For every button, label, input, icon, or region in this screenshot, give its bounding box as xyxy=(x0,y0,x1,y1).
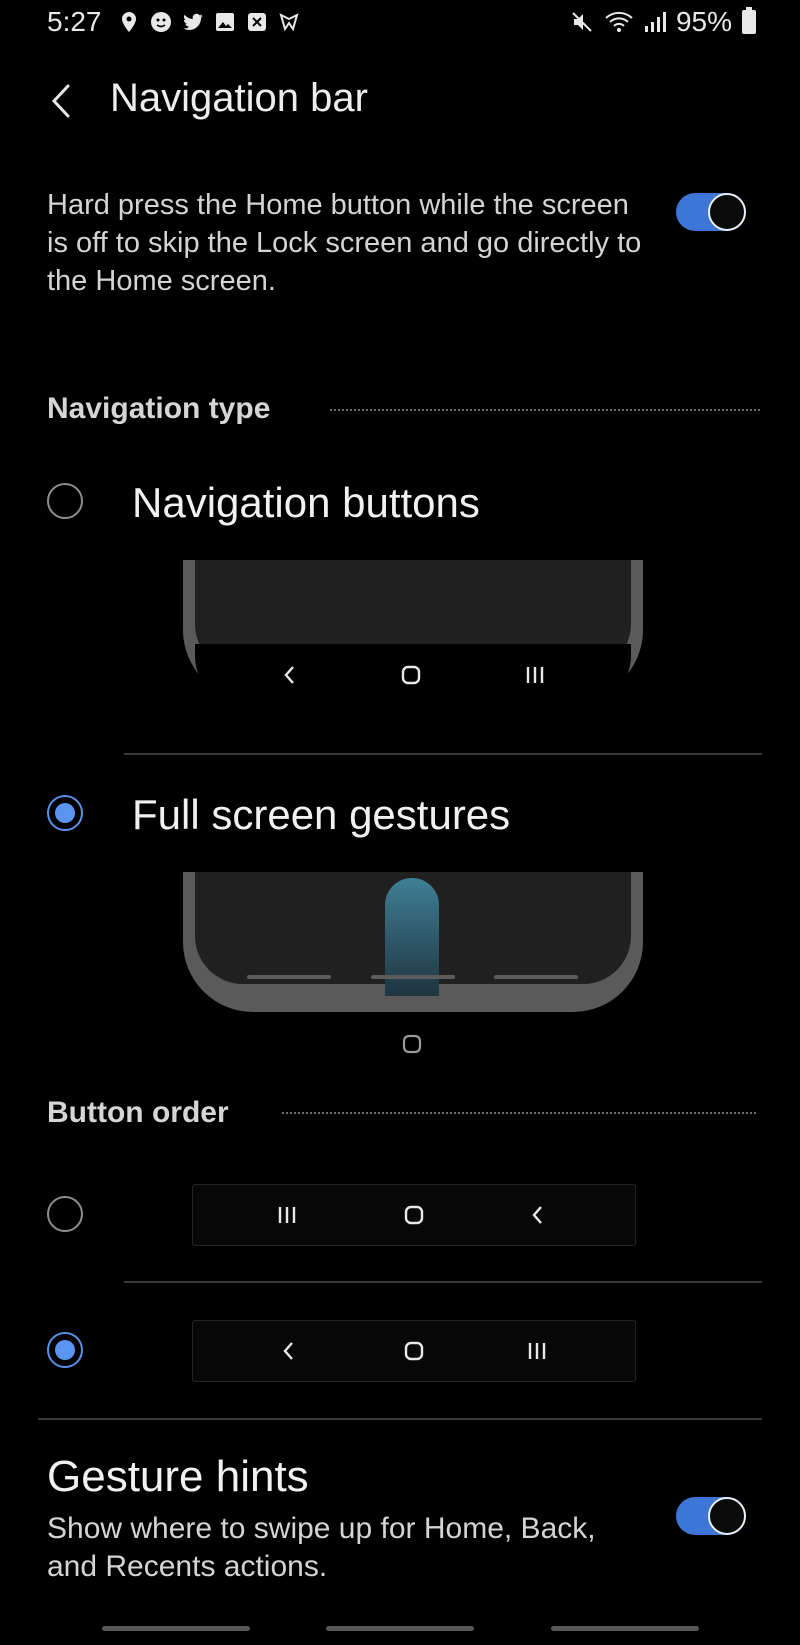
button-order-option-1[interactable] xyxy=(192,1184,636,1246)
mute-icon xyxy=(572,12,592,32)
back-icon xyxy=(283,1342,293,1360)
gesture-hint-left xyxy=(247,975,331,979)
home-button-toggle[interactable] xyxy=(676,193,746,231)
twitter-icon xyxy=(183,13,203,31)
close-box-icon xyxy=(248,13,266,31)
section-navigation-type: Navigation type xyxy=(47,392,271,425)
page-title: Navigation bar xyxy=(110,76,368,120)
gesture-hint-right xyxy=(494,975,578,979)
section-divider-dots xyxy=(330,409,760,411)
battery-percent: 95% xyxy=(675,6,732,37)
system-gesture-hint-right xyxy=(551,1626,699,1631)
button-order-option-2[interactable] xyxy=(192,1320,636,1382)
back-icon xyxy=(532,1206,542,1224)
recents-icon xyxy=(528,1343,546,1359)
recents-icon xyxy=(278,1207,296,1223)
home-icon xyxy=(401,665,421,685)
toggle-knob xyxy=(708,1497,746,1535)
home-button-description: Hard press the Home button while the scr… xyxy=(47,189,642,297)
gesture-hints-toggle[interactable] xyxy=(676,1497,746,1535)
radio-button-order-back-first[interactable] xyxy=(47,1332,83,1368)
gesture-hints-title: Gesture hints xyxy=(47,1452,309,1501)
divider xyxy=(124,753,762,755)
wifi-icon xyxy=(605,11,633,32)
home-icon xyxy=(404,1205,424,1225)
navigation-buttons-preview[interactable] xyxy=(183,560,643,710)
toggle-knob xyxy=(708,193,746,231)
radio-button-order-recents-first[interactable] xyxy=(47,1196,83,1232)
status-notification-icons xyxy=(117,10,301,34)
status-time: 5:27 xyxy=(47,6,102,37)
gesture-hints-description: Show where to swipe up for Home, Back, a… xyxy=(47,1512,596,1583)
maps-icon xyxy=(122,12,136,32)
full-screen-gestures-preview[interactable] xyxy=(183,872,643,1022)
section-divider-dots xyxy=(282,1112,756,1114)
battery-icon xyxy=(742,7,756,34)
gesture-hint-center xyxy=(371,975,455,979)
system-gesture-hint-left xyxy=(102,1626,250,1631)
section-button-order: Button order xyxy=(47,1096,229,1129)
radio-navigation-buttons[interactable] xyxy=(47,483,83,519)
system-gesture-hint-center xyxy=(326,1626,474,1631)
status-bar: 5:27 95% xyxy=(0,0,800,48)
option-navigation-buttons-label: Navigation buttons xyxy=(132,479,480,526)
signal-icon xyxy=(644,12,666,32)
check-box-icon xyxy=(279,13,299,32)
home-icon xyxy=(404,1341,424,1361)
divider xyxy=(38,1418,762,1420)
radio-full-screen-gestures[interactable] xyxy=(47,795,83,831)
gallery-icon xyxy=(216,13,234,31)
status-system-icons: 95% xyxy=(570,6,756,38)
face-icon xyxy=(151,12,171,32)
divider xyxy=(124,1281,762,1283)
home-icon xyxy=(402,1034,422,1054)
back-icon xyxy=(284,666,294,684)
back-button[interactable] xyxy=(40,78,86,124)
recents-icon xyxy=(526,667,544,683)
option-full-screen-gestures-label: Full screen gestures xyxy=(132,791,511,838)
